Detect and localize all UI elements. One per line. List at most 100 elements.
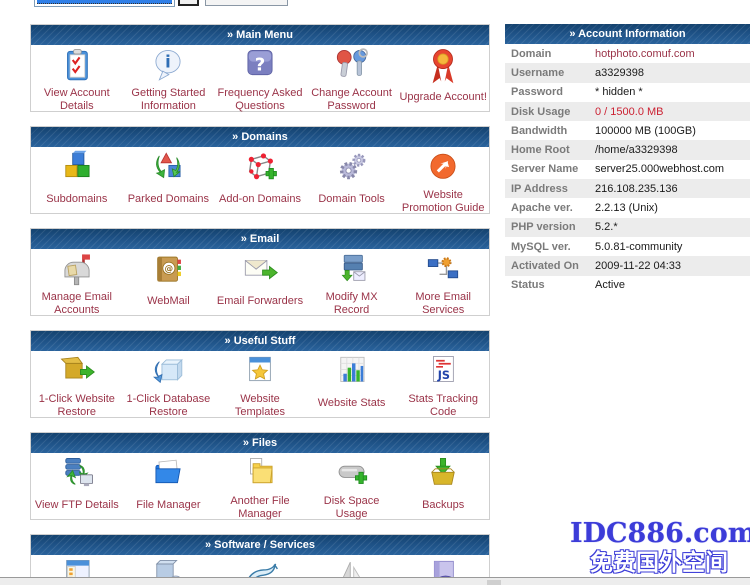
account-info-value: 216.108.235.136 [595,183,678,195]
account-info-label: IP Address [505,183,595,195]
addon-icon [214,149,306,189]
menu-item-add-on-domains[interactable]: Add-on Domains [214,149,306,213]
go-button[interactable] [178,0,199,6]
menu-item-label: View Account Details [32,87,122,113]
services-icon [397,251,489,291]
mx-icon [306,251,398,291]
ribbon-icon [397,47,489,87]
account-info-label: Bandwidth [505,125,595,137]
account-info-value: 2.2.13 (Unix) [595,202,658,214]
account-info-label: Disk Usage [505,106,595,118]
account-info-value[interactable]: hotphoto.comuf.com [595,48,695,60]
account-info-value: server25.000webhost.com [595,163,724,175]
menu-item-label: Getting Started Information [123,87,213,113]
menu-item-label: Modify MX Record [307,291,397,317]
menu-item-modify-mx-record[interactable]: Modify MX Record [306,251,398,315]
menu-item-file-manager[interactable]: File Manager [123,455,215,519]
menu-item-change-account-password[interactable]: Change Account Password [306,47,398,111]
create-new-button[interactable]: Create New [205,0,288,6]
menu-item-more-email-services[interactable]: More Email Services [397,251,489,315]
folder-yellow-icon [214,455,306,495]
section-header: » Email [31,229,489,249]
menu-item-backups[interactable]: Backups [397,455,489,519]
account-info-value: 2009-11-22 04:33 [595,260,681,272]
menu-item-domain-tools[interactable]: Domain Tools [306,149,398,213]
menu-item-website-stats[interactable]: Website Stats [306,353,398,417]
account-info-label: Apache ver. [505,202,595,214]
menu-item-label: Website Stats [318,397,386,410]
account-row-mysql-ver: MySQL ver. 5.0.81-community [505,237,750,256]
account-row-status: Status Active [505,276,750,295]
menu-item-website-templates[interactable]: Website Templates [214,353,306,417]
promotion-icon [397,149,489,189]
account-row-php-version: PHP version 5.2.* [505,218,750,237]
section-body: Manage Email Accounts WebMail Email Forw… [31,249,489,315]
webmail-icon [123,251,215,291]
section-title: » Software / Services [205,539,315,551]
menu-item-label: Email Forwarders [217,295,303,308]
account-info-value: Active [595,279,625,291]
question-icon [214,47,306,87]
account-info-value: 100000 MB (100GB) [595,125,696,137]
account-row-domain: Domain hotphoto.comuf.com [505,44,750,63]
section-header: » Main Menu [31,25,489,45]
menu-item-frequency-asked-questions[interactable]: Frequency Asked Questions [214,47,306,111]
account-info-panel: » Account Information Domain hotphoto.co… [505,24,750,295]
section-body: 1-Click Website Restore 1-Click Database… [31,351,489,417]
domain-select-input[interactable] [34,0,175,7]
menu-item-view-ftp-details[interactable]: View FTP Details [31,455,123,519]
account-row-ip-address: IP Address 216.108.235.136 [505,179,750,198]
menu-item-subdomains[interactable]: Subdomains [31,149,123,213]
menu-item-label: WebMail [147,295,190,308]
watermark-site: IDC886.com [570,519,748,549]
templates-icon [214,353,306,393]
menu-item-website-promotion-guide[interactable]: Website Promotion Guide [397,149,489,213]
menu-item-webmail[interactable]: WebMail [123,251,215,315]
menu-item-label: Parked Domains [128,193,209,206]
section-body: View Account Details Getting Started Inf… [31,45,489,111]
clipboard-icon [31,47,123,87]
scrollbar-fragment[interactable] [487,580,501,585]
account-info-value: 0 / 1500.0 MB [595,106,664,118]
menu-item-parked-domains[interactable]: Parked Domains [123,149,215,213]
menu-item-label: Stats Tracking Code [398,393,488,419]
account-row-password: Password * hidden * [505,83,750,102]
gears-icon [306,149,398,189]
section-title: » Main Menu [227,29,293,41]
menu-item-manage-email-accounts[interactable]: Manage Email Accounts [31,251,123,315]
section-title: » Email [241,233,280,245]
menu-item-getting-started-information[interactable]: Getting Started Information [123,47,215,111]
menu-item-1-click-website-restore[interactable]: 1-Click Website Restore [31,353,123,417]
forward-icon [214,251,306,291]
parked-icon [123,149,215,189]
disk-icon [306,455,398,495]
account-row-bandwidth: Bandwidth 100000 MB (100GB) [505,121,750,140]
account-info-label: Password [505,86,595,98]
menu-section: » Email Manage Email Accounts WebMail Em… [30,228,490,316]
menu-item-label: 1-Click Database Restore [123,393,213,419]
menu-item-stats-tracking-code[interactable]: Stats Tracking Code [397,353,489,417]
section-body: Subdomains Parked Domains Add-on Domains… [31,147,489,213]
menu-item-label: Upgrade Account! [399,91,486,104]
menu-section: » Main Menu View Account Details Getting… [30,24,490,112]
menu-item-label: Domain Tools [318,193,384,206]
account-row-username: Username a3329398 [505,63,750,82]
info-icon [123,47,215,87]
menu-item-label: File Manager [136,499,200,512]
menu-item-1-click-database-restore[interactable]: 1-Click Database Restore [123,353,215,417]
menu-item-label: Another File Manager [215,495,305,521]
stats-icon [306,353,398,393]
account-info-label: MySQL ver. [505,241,595,253]
keys-icon [306,47,398,87]
jscode-icon [397,353,489,393]
menu-item-email-forwarders[interactable]: Email Forwarders [214,251,306,315]
section-title: » Useful Stuff [225,335,296,347]
menu-section: » Files View FTP Details File Manager An… [30,432,490,520]
menu-item-disk-space-usage[interactable]: Disk Space Usage [306,455,398,519]
account-info-value: * hidden * [595,86,643,98]
selected-text-highlight [37,0,172,4]
menu-item-upgrade-account[interactable]: Upgrade Account! [397,47,489,111]
menu-item-another-file-manager[interactable]: Another File Manager [214,455,306,519]
account-info-title: » Account Information [569,28,685,40]
menu-item-view-account-details[interactable]: View Account Details [31,47,123,111]
